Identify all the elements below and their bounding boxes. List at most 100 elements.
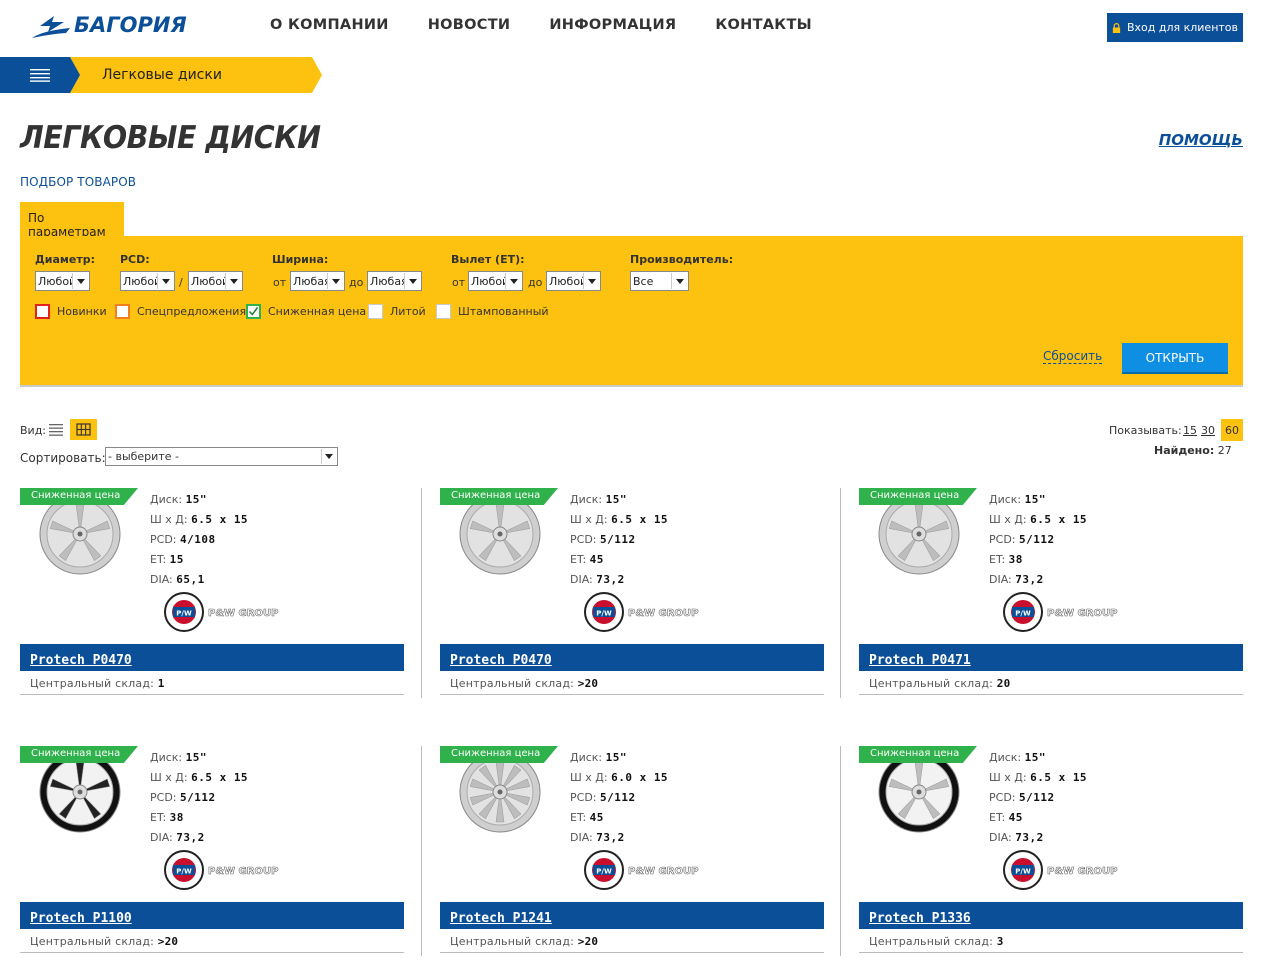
spec-dia: DIA: 73,2 xyxy=(989,831,1044,844)
spec-disk: Диск: 15" xyxy=(150,493,208,506)
card-bottom-line xyxy=(859,952,1243,953)
client-login-button[interactable]: Вход для клиентов xyxy=(1107,13,1243,42)
stock-info: Центральный склад: >20 xyxy=(450,677,598,690)
product-name-bar: Protech P0471 xyxy=(859,644,1243,671)
sort-select[interactable]: - выберите - xyxy=(105,447,338,466)
width-to-value: Любая xyxy=(370,275,408,288)
discount-badge: Сниженная цена xyxy=(440,746,558,763)
page-title: ЛЕГКОВЫЕ ДИСКИ xyxy=(20,120,321,156)
checkbox-label: Новинки xyxy=(57,305,107,318)
pcd-value-2: Любой xyxy=(191,275,230,288)
width-from-select[interactable]: Любая xyxy=(290,271,345,291)
menu-icon[interactable] xyxy=(30,68,50,82)
checkbox-discount[interactable]: Сниженная цена xyxy=(246,304,366,319)
maker-value: Все xyxy=(633,275,654,288)
product-name-bar: Protech P0470 xyxy=(20,644,404,671)
stock-value: 20 xyxy=(996,677,1011,690)
spec-pcd: PCD: 5/112 xyxy=(989,791,1055,804)
stock-info: Центральный склад: >20 xyxy=(450,935,598,948)
stock-value: 1 xyxy=(157,677,165,690)
stock-info: Центральный склад: 1 xyxy=(30,677,165,690)
product-specs: Диск: 15" Ш х Д: 6.5 x 15 PCD: 5/112 ET: 38… xyxy=(150,748,248,848)
show-60[interactable]: 60 xyxy=(1221,419,1243,441)
checkbox-new[interactable]: Новинки xyxy=(35,304,107,319)
product-name-bar: Protech P1241 xyxy=(440,902,824,929)
help-link[interactable]: ПОМОЩЬ xyxy=(1159,131,1243,149)
grid-view-button[interactable] xyxy=(70,419,97,440)
product-card: Сниженная цена Диск: 15" Ш х Д: 6.5 x 15 PC… xyxy=(440,488,824,698)
card-bottom-line xyxy=(440,694,824,695)
product-card: Сниженная цена Диск: 15" Ш х Д: 6.5 x 15 PC… xyxy=(859,746,1243,956)
product-name-link[interactable]: Protech P1241 xyxy=(450,911,552,926)
stock-value: >20 xyxy=(157,935,179,948)
maker-select[interactable]: Все xyxy=(630,271,689,291)
pcd-label: PCD: xyxy=(120,253,150,266)
nav-news[interactable]: НОВОСТИ xyxy=(428,17,511,33)
spec-et: ET: 45 xyxy=(570,811,604,824)
brand-logo: P/W P&W GROUP xyxy=(584,850,704,890)
spec-size: Ш х Д: 6.0 x 15 xyxy=(570,771,669,784)
brand-logo: P/W P&W GROUP xyxy=(1003,850,1123,890)
svg-text:P&W GROUP: P&W GROUP xyxy=(1047,866,1117,877)
product-name-link[interactable]: Protech P0471 xyxy=(869,653,971,668)
reset-link[interactable]: Сбросить xyxy=(1043,349,1103,364)
lock-icon xyxy=(1112,22,1121,33)
width-from-label: от xyxy=(273,276,287,289)
width-to-select[interactable]: Любая xyxy=(367,271,422,291)
sort-label: Сортировать: xyxy=(20,451,106,465)
checkbox-label: Сниженная цена xyxy=(268,305,367,318)
product-name-link[interactable]: Protech P1100 xyxy=(30,911,132,926)
svg-text:P/W: P/W xyxy=(1015,868,1031,876)
card-divider xyxy=(421,488,422,698)
list-view-icon[interactable] xyxy=(47,420,65,438)
found-label: Найдено: xyxy=(1154,444,1215,457)
pcd-select-1[interactable]: Любой xyxy=(120,271,175,291)
checkbox-box xyxy=(35,304,50,319)
filter-panel: Диаметр: Любой PCD: Любой / Любой Ширина… xyxy=(20,236,1243,387)
pcd-select-2[interactable]: Любой xyxy=(188,271,243,291)
chevron-down-icon xyxy=(157,273,173,289)
stock-label: Центральный склад: xyxy=(869,935,994,948)
checkbox-box xyxy=(246,304,261,319)
card-bottom-line xyxy=(440,952,824,953)
site-logo[interactable]: БАГОРИЯ xyxy=(30,10,212,42)
diameter-select[interactable]: Любой xyxy=(35,271,90,291)
nav-info[interactable]: ИНФОРМАЦИЯ xyxy=(549,17,676,33)
show-30[interactable]: 30 xyxy=(1201,424,1215,437)
chevron-down-icon xyxy=(671,273,687,289)
checkbox-box xyxy=(115,304,130,319)
discount-badge: Сниженная цена xyxy=(20,746,138,763)
diameter-label: Диаметр: xyxy=(35,253,96,266)
brand-logo: P/W P&W GROUP xyxy=(1003,592,1123,632)
checkbox-stamped[interactable]: Штампованный xyxy=(436,304,549,319)
product-name-bar: Protech P1336 xyxy=(859,902,1243,929)
brand-logo: P/W P&W GROUP xyxy=(164,850,284,890)
nav-about[interactable]: О КОМПАНИИ xyxy=(270,17,389,33)
tab-by-parameters[interactable]: По параметрам xyxy=(20,202,124,239)
product-name-bar: Protech P1100 xyxy=(20,902,404,929)
et-from-select[interactable]: Любой xyxy=(468,271,523,291)
nav-contacts[interactable]: КОНТАКТЫ xyxy=(715,17,812,33)
view-label: Вид: xyxy=(20,424,47,437)
checkbox-special[interactable]: Спецпредложения xyxy=(115,304,246,319)
product-name-link[interactable]: Protech P1336 xyxy=(869,911,971,926)
et-to-select[interactable]: Любой xyxy=(546,271,601,291)
product-name-link[interactable]: Protech P0470 xyxy=(450,653,552,668)
stock-info: Центральный склад: 20 xyxy=(869,677,1010,690)
svg-text:P&W GROUP: P&W GROUP xyxy=(628,608,698,619)
checkbox-cast[interactable]: Литой xyxy=(368,304,426,319)
spec-pcd: PCD: 4/108 xyxy=(150,533,216,546)
found-count: Найдено: 27 xyxy=(1154,444,1232,457)
show-15[interactable]: 15 xyxy=(1183,424,1197,437)
chevron-down-icon xyxy=(583,273,599,289)
discount-badge: Сниженная цена xyxy=(440,488,558,505)
spec-disk: Диск: 15" xyxy=(989,751,1047,764)
chevron-down-icon xyxy=(327,273,343,289)
diameter-value: Любой xyxy=(38,275,77,288)
stock-info: Центральный склад: 3 xyxy=(869,935,1004,948)
et-to-label: до xyxy=(528,276,543,289)
pcd-value-1: Любой xyxy=(123,275,162,288)
product-name-link[interactable]: Protech P0470 xyxy=(30,653,132,668)
open-button[interactable]: ОТКРЫТЬ xyxy=(1122,343,1228,372)
card-divider xyxy=(421,746,422,956)
